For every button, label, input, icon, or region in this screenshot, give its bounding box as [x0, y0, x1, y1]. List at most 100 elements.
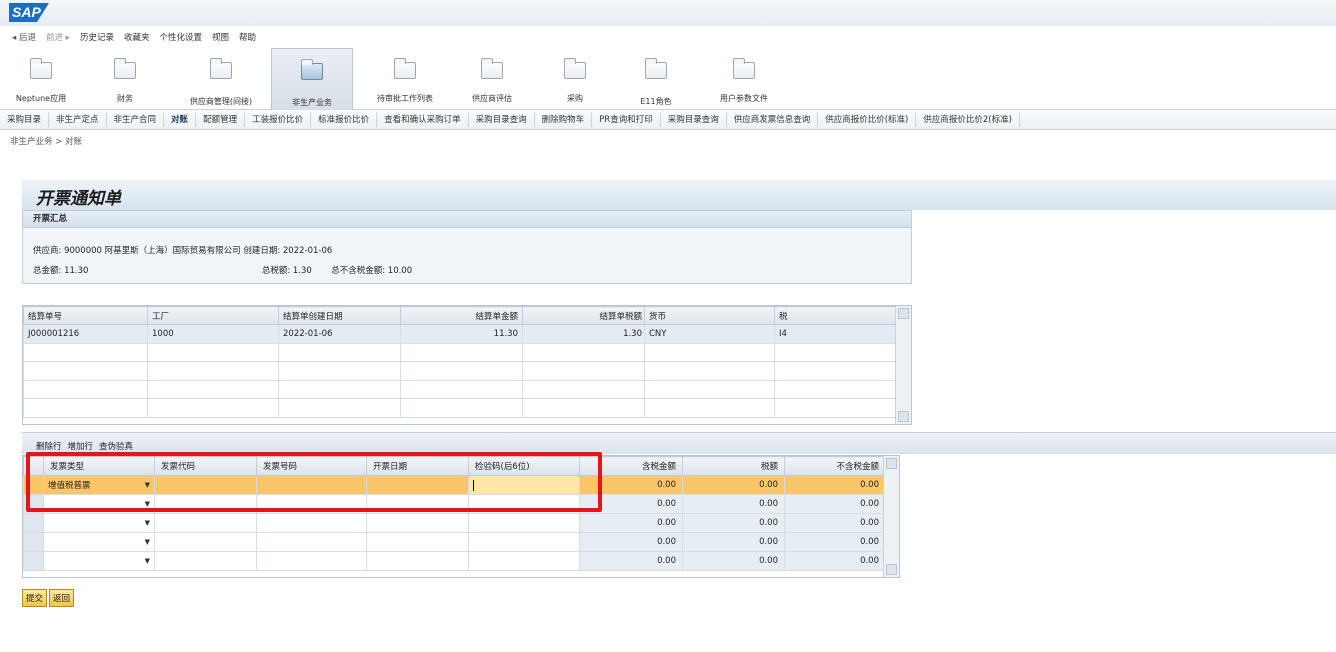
vertical-scrollbar[interactable] — [895, 306, 911, 424]
verify-button[interactable]: 查伪验真 — [99, 440, 133, 452]
dropdown-arrow-icon[interactable]: ▼ — [145, 519, 150, 527]
tab-nonprod-contract[interactable]: 非生产合同 — [107, 112, 165, 127]
invoice-number-input[interactable] — [256, 513, 367, 533]
role-nonproduction[interactable]: 非生产业务 — [271, 48, 353, 110]
check-code-input[interactable] — [468, 532, 580, 552]
row-selector[interactable] — [23, 532, 44, 552]
invoice-date-input[interactable] — [366, 532, 469, 552]
total-amount: 总金额: 11.30 — [33, 266, 89, 276]
invoice-date-input[interactable] — [366, 513, 469, 533]
tab-confirm-po[interactable]: 查看和确认采购订单 — [377, 112, 469, 127]
net-amount: 0.00 — [784, 532, 886, 552]
tab-nonprod-sourcing[interactable]: 非生产定点 — [49, 112, 107, 127]
tab-invoice-query[interactable]: 供应商发票信息查询 — [727, 112, 819, 127]
vertical-scrollbar[interactable] — [883, 456, 899, 577]
menu-personalize[interactable]: 个性化设置 — [159, 31, 202, 43]
role-label: E11角色 — [640, 97, 672, 106]
tab-catalog-query-2[interactable]: 采购目录查询 — [661, 112, 727, 127]
table-row[interactable]: ▼ 0.00 0.00 0.00 — [23, 513, 886, 533]
breadcrumb[interactable]: 非生产业务 > 对账 — [10, 135, 82, 147]
tab-catalog-query[interactable]: 采购目录查询 — [469, 112, 535, 127]
folder-icon — [114, 58, 136, 79]
page-header — [22, 180, 1336, 210]
add-row-button[interactable]: 增加行 — [68, 440, 94, 452]
scroll-up-icon[interactable] — [886, 458, 897, 469]
check-code-input[interactable] — [468, 551, 580, 571]
tab-catalog[interactable]: 采购目录 — [0, 112, 50, 127]
col-header[interactable]: 结算单税额 — [522, 306, 645, 325]
menu-help[interactable]: 帮助 — [239, 31, 256, 43]
role-purchasing[interactable]: 采购 — [545, 48, 605, 110]
check-code-input[interactable] — [468, 513, 580, 533]
role-label: 用户参数文件 — [720, 94, 768, 103]
scroll-down-icon[interactable] — [898, 411, 909, 422]
folder-open-icon — [301, 59, 323, 80]
tab-supplier-quote[interactable]: 供应商报价比价(标准) — [818, 112, 917, 127]
col-header[interactable]: 货币 — [644, 306, 775, 325]
role-bar: Neptune应用 财务 供应商管理(间接) 非生产业务 待审批工作列表 供应商… — [0, 48, 1336, 110]
dropdown-arrow-icon[interactable]: ▼ — [145, 538, 150, 546]
role-neptune[interactable]: Neptune应用 — [4, 48, 78, 110]
footer-buttons: 提交 返回 — [22, 589, 75, 607]
invoice-number-input[interactable] — [256, 532, 367, 552]
col-header[interactable]: 结算单创建日期 — [278, 306, 401, 325]
folder-icon — [564, 58, 586, 79]
scroll-up-icon[interactable] — [898, 308, 909, 319]
dropdown-arrow-icon[interactable]: ▼ — [145, 557, 150, 565]
role-label: 采购 — [567, 94, 583, 103]
invoice-code-input[interactable] — [154, 513, 257, 533]
sub-tabs: 采购目录 非生产定点 非生产合同 对账 配额管理 工装报价比价 标准报价比价 查… — [0, 110, 1336, 130]
gross-amount: 0.00 — [579, 551, 683, 571]
folder-icon — [30, 58, 52, 79]
col-header[interactable]: 不含税金额 — [784, 456, 886, 476]
forward-link[interactable]: 前进 ▸ — [46, 31, 70, 43]
tab-pr-print[interactable]: PR查询和打印 — [592, 112, 661, 127]
submit-button[interactable]: 提交 — [22, 589, 48, 607]
role-user-params[interactable]: 用户参数文件 — [704, 48, 784, 110]
delete-row-button[interactable]: 删除行 — [36, 440, 62, 452]
tab-delete-cart[interactable]: 删除购物车 — [535, 112, 593, 127]
tab-standard-quote[interactable]: 标准报价比价 — [311, 112, 378, 127]
menu-history[interactable]: 历史记录 — [80, 31, 114, 43]
table-header-row: 结算单号 工厂 结算单创建日期 结算单金额 结算单税额 货币 税 — [23, 306, 896, 325]
back-link[interactable]: ◂ 后退 — [12, 31, 36, 43]
role-worklist[interactable]: 待审批工作列表 — [360, 48, 450, 110]
role-supplier-mgmt[interactable]: 供应商管理(间接) — [175, 48, 267, 110]
table-cell: 1.30 — [522, 324, 645, 344]
net-amount: 0.00 — [784, 475, 886, 495]
folder-icon — [733, 58, 755, 79]
invoice-type-select[interactable]: ▼ — [43, 513, 155, 533]
tab-quota[interactable]: 配额管理 — [196, 112, 246, 127]
invoice-code-input[interactable] — [154, 551, 257, 571]
row-selector[interactable] — [23, 513, 44, 533]
role-finance[interactable]: 财务 — [88, 48, 162, 110]
menu-favorites[interactable]: 收藏夹 — [124, 31, 150, 43]
col-header[interactable]: 结算单金额 — [400, 306, 523, 325]
menu-view[interactable]: 视图 — [212, 31, 229, 43]
tab-supplier-quote-2[interactable]: 供应商报价比价2(标准) — [916, 112, 1020, 127]
tab-reconciliation[interactable]: 对账 — [164, 112, 197, 127]
role-e11[interactable]: E11角色 — [626, 48, 686, 110]
col-header[interactable]: 工厂 — [147, 306, 279, 325]
row-selector[interactable] — [23, 551, 44, 571]
table-row[interactable]: ▼ 0.00 0.00 0.00 — [23, 532, 886, 552]
col-header[interactable]: 结算单号 — [23, 306, 148, 325]
total-tax: 总税额: 1.30 — [261, 266, 312, 276]
invoice-number-input[interactable] — [256, 551, 367, 571]
tab-tooling-quote[interactable]: 工装报价比价 — [245, 112, 312, 127]
folder-icon — [394, 58, 416, 79]
invoice-type-select[interactable]: ▼ — [43, 532, 155, 552]
annotation-highlight-box — [26, 452, 602, 512]
invoice-type-select[interactable]: ▼ — [43, 551, 155, 571]
invoice-date-input[interactable] — [366, 551, 469, 571]
col-header[interactable]: 税 — [774, 306, 896, 325]
gross-amount: 0.00 — [579, 532, 683, 552]
net-amount: 0.00 — [784, 551, 886, 571]
role-supplier-eval[interactable]: 供应商评估 — [457, 48, 527, 110]
invoice-code-input[interactable] — [154, 532, 257, 552]
scroll-down-icon[interactable] — [886, 564, 897, 575]
table-row[interactable]: J000001216 1000 2022-01-06 11.30 1.30 CN… — [23, 324, 896, 344]
back-button[interactable]: 返回 — [49, 589, 75, 607]
col-header[interactable]: 税额 — [682, 456, 785, 476]
table-row[interactable]: ▼ 0.00 0.00 0.00 — [23, 551, 886, 571]
